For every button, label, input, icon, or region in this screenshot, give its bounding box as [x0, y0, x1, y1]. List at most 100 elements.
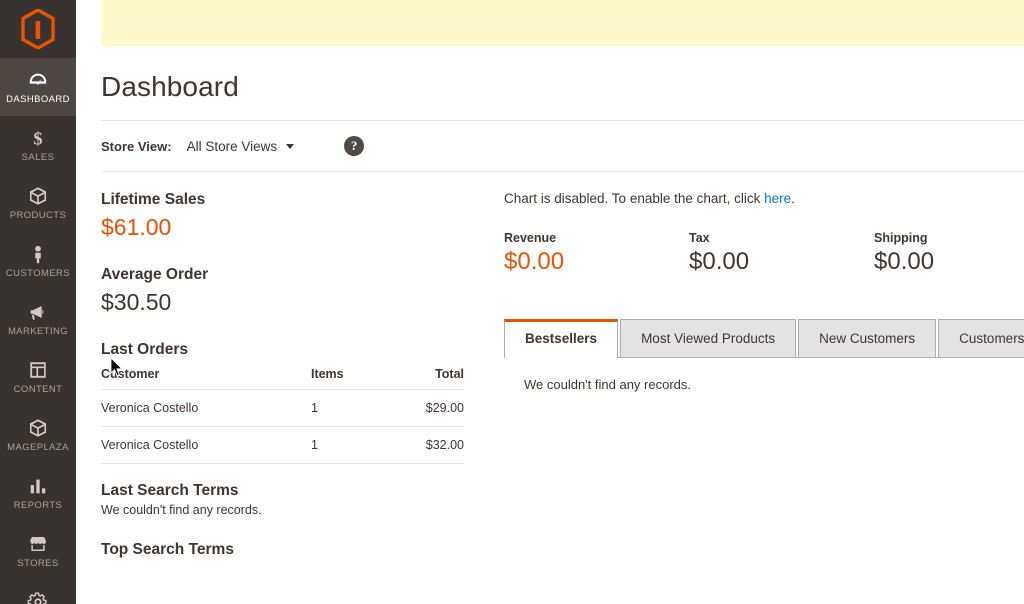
box-icon [27, 417, 49, 439]
total-label: Shipping [874, 231, 928, 245]
gear-icon [27, 592, 47, 604]
box-icon [29, 187, 47, 205]
layout-page-icon [30, 362, 46, 378]
box-icon [27, 185, 49, 207]
person-icon [35, 245, 41, 264]
sidebar-item-label: STORES [17, 558, 59, 569]
sidebar-item-marketing[interactable]: MARKETING [0, 290, 76, 348]
chart-notice-prefix: Chart is disabled. To enable the chart, … [504, 191, 765, 206]
last-search-terms-block: Last Search Terms We couldn't find any r… [101, 482, 464, 517]
tab-most-viewed-products[interactable]: Most Viewed Products [620, 319, 797, 357]
sidebar-item-stores[interactable]: STORES [0, 522, 76, 580]
tab-label: New Customers [819, 331, 916, 346]
sidebar-item-label: REPORTS [13, 500, 63, 511]
megaphone-icon [27, 301, 49, 323]
sidebar-item-label: PRODUCTS [9, 210, 67, 221]
sidebar-item-label: CUSTOMERS [5, 268, 71, 279]
sidebar-item-mageplaza[interactable]: MAGEPLAZA [0, 406, 76, 464]
table-row[interactable]: Veronica Costello 1 $32.00 [101, 426, 464, 464]
cell-items: 1 [310, 389, 382, 427]
bar-chart-icon [30, 479, 46, 494]
totals-row: Revenue $0.00 Tax $0.00 Shipping $0.00 [504, 231, 1024, 277]
cell-customer: Veronica Costello [101, 426, 311, 464]
column-header-customer: Customer [101, 367, 311, 390]
tab-new-customers[interactable]: New Customers [798, 319, 937, 357]
dollar-sign-icon: $ [33, 128, 42, 148]
dashboard-tabs-section: Bestsellers Most Viewed Products New Custo… [504, 319, 1024, 392]
storefront-icon [30, 537, 46, 551]
sidebar-item-sales[interactable]: $ SALES [0, 116, 76, 174]
notice-banner [101, 0, 1024, 46]
dashboard-gauge-icon [29, 73, 47, 85]
cell-customer: Veronica Costello [101, 389, 311, 427]
average-order-title: Average Order [101, 266, 209, 283]
store-view-select[interactable]: All Store Views [187, 139, 295, 154]
last-search-terms-title: Last Search Terms [101, 482, 239, 499]
chart-disabled-notice: Chart is disabled. To enable the chart, … [504, 191, 1024, 206]
sidebar-item-label: MAGEPLAZA [7, 442, 69, 453]
gear-icon [27, 591, 49, 604]
total-label: Tax [689, 231, 710, 245]
table-row[interactable]: Veronica Costello 1 $29.00 [101, 389, 464, 427]
tab-bestsellers[interactable]: Bestsellers [504, 319, 619, 358]
total-tax: Tax $0.00 [689, 231, 874, 277]
svg-text:$: $ [33, 128, 42, 148]
tab-customers[interactable]: Customers [938, 319, 1024, 357]
average-order-block: Average Order $30.50 [101, 266, 464, 317]
sidebar-item-label: MARKETING [7, 326, 69, 337]
sidebar-item-label: CONTENT [13, 384, 63, 395]
dashboard-left-column: Lifetime Sales $61.00 Average Order $30.… [101, 191, 484, 562]
dollar-sign-icon: $ [27, 127, 49, 149]
question-mark-icon[interactable]: ? [344, 136, 365, 156]
lifetime-sales-block: Lifetime Sales $61.00 [101, 191, 464, 242]
lifetime-sales-title: Lifetime Sales [101, 191, 206, 208]
last-search-terms-empty-message: We couldn't find any records. [101, 503, 262, 517]
sidebar-item-reports[interactable]: REPORTS [0, 464, 76, 522]
tab-label: Most Viewed Products [641, 331, 776, 346]
layout-page-icon [27, 359, 49, 381]
enable-chart-link[interactable]: here [764, 191, 791, 206]
total-value: $0.00 [689, 248, 750, 275]
dashboard-content: Lifetime Sales $61.00 Average Order $30.… [101, 172, 1024, 562]
sidebar-item-content[interactable]: CONTENT [0, 348, 76, 406]
sidebar-item-system[interactable]: SYSTEM [0, 580, 76, 604]
tab-panel: We couldn't find any records. [524, 377, 691, 392]
page-title: Dashboard [101, 71, 239, 102]
main-content: Dashboard Store View: All Store Views ? … [76, 0, 1024, 604]
lifetime-sales-value: $61.00 [101, 214, 172, 240]
total-value: $0.00 [874, 248, 935, 275]
last-orders-block: Last Orders Customer Items Total Veronic… [101, 341, 464, 464]
sidebar-item-label: DASHBOARD [6, 94, 70, 105]
magento-logo-icon [21, 9, 55, 49]
column-header-total: Total [381, 367, 464, 390]
admin-sidebar: DASHBOARD $ SALES PRODUCTS CUSTOMERS MARKETIN… [0, 0, 76, 604]
sidebar-item-products[interactable]: PRODUCTS [0, 174, 76, 232]
person-icon [27, 243, 49, 265]
cell-total: $29.00 [381, 389, 464, 427]
chevron-down-icon [286, 143, 295, 149]
dashboard-right-column: Chart is disabled. To enable the chart, … [484, 191, 1024, 562]
bar-chart-icon [27, 475, 49, 497]
last-orders-tbody: Veronica Costello 1 $29.00 Veronica Costell… [101, 389, 464, 464]
top-search-terms-title: Top Search Terms [101, 541, 234, 558]
tab-label: Customers [959, 331, 1024, 346]
total-revenue: Revenue $0.00 [504, 231, 689, 277]
magento-logo[interactable] [0, 0, 76, 58]
average-order-value: $30.50 [101, 289, 172, 315]
table-header-row: Customer Items Total [101, 367, 464, 390]
last-orders-table: Customer Items Total Veronica Costello 1 $… [101, 367, 464, 464]
column-header-items: Items [310, 367, 382, 390]
sidebar-item-customers[interactable]: CUSTOMERS [0, 232, 76, 290]
cell-total: $32.00 [381, 426, 464, 464]
sidebar-item-dashboard[interactable]: DASHBOARD [0, 58, 76, 116]
chart-notice-suffix: . [791, 191, 795, 206]
cell-items: 1 [310, 426, 382, 464]
total-value: $0.00 [504, 248, 565, 275]
dashboard-tabs: Bestsellers Most Viewed Products New Custo… [504, 319, 1024, 358]
storefront-icon [27, 533, 49, 555]
total-label: Revenue [504, 231, 557, 245]
